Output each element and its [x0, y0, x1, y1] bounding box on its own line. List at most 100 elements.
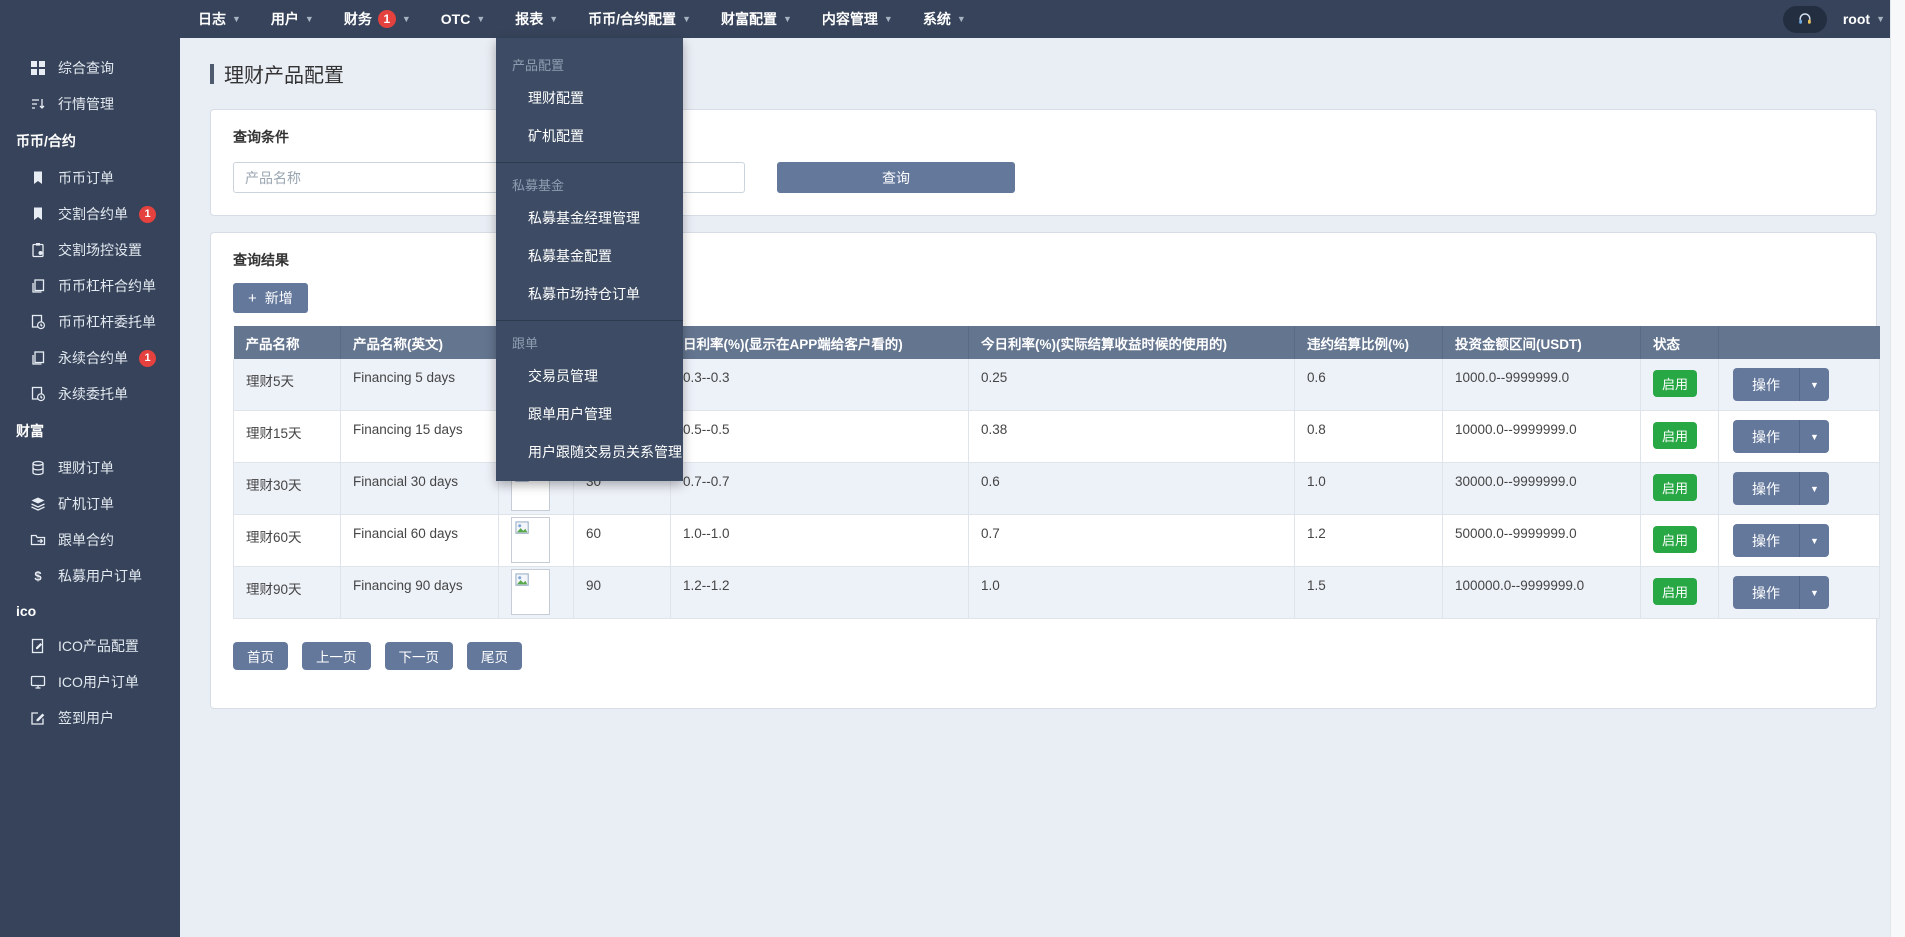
- sidebar-item[interactable]: ICO用户订单: [0, 664, 180, 700]
- add-button[interactable]: + 新增: [233, 283, 308, 313]
- pagination-button-上一页[interactable]: 上一页: [302, 642, 371, 670]
- action-button[interactable]: 操作: [1733, 524, 1799, 557]
- topbar: 日志 ▼ 用户 ▼ 财务 1 ▼ OTC ▼ 报表 ▼ 币币/合约配置 ▼ 财富…: [0, 0, 1905, 38]
- sidebar-item[interactable]: 理财订单: [0, 450, 180, 486]
- query-row: 查询: [233, 162, 1856, 193]
- cell-status: 启用: [1640, 462, 1719, 515]
- support-avatar-button[interactable]: [1782, 5, 1827, 33]
- sidebar-item[interactable]: 矿机订单: [0, 486, 180, 522]
- headset-icon: [1799, 13, 1811, 24]
- dropdown-menu-item-理财配置[interactable]: 理财配置: [496, 79, 683, 117]
- user-menu[interactable]: root ▼: [1843, 11, 1885, 27]
- cell-days: 90: [573, 566, 671, 619]
- sidebar-item-label: 行情管理: [58, 96, 114, 112]
- action-split-button: 操作 ▼: [1733, 368, 1829, 401]
- action-caret-button[interactable]: ▼: [1799, 576, 1829, 609]
- cell-product-name: 理财90天: [233, 566, 341, 619]
- nav-notification-badge: 1: [377, 10, 396, 28]
- sidebar-item[interactable]: 行情管理: [0, 86, 180, 122]
- topbar-nav-item-label: 系统: [922, 11, 951, 27]
- chevron-down-icon: ▼: [782, 14, 792, 24]
- cell-daily-rate: 1.0--1.0: [670, 514, 969, 567]
- dropdown-menu-item-私募市场持仓订单[interactable]: 私募市场持仓订单: [496, 275, 683, 313]
- cell-daily-rate: 1.2--1.2: [670, 566, 969, 619]
- cell-product-image: [498, 566, 574, 619]
- action-button[interactable]: 操作: [1733, 472, 1799, 505]
- cell-actions: 操作 ▼: [1718, 514, 1880, 567]
- dropdown-menu-item-私募基金经理管理[interactable]: 私募基金经理管理: [496, 199, 683, 237]
- sidebar-item-label: 永续委托单: [58, 386, 128, 402]
- topbar-nav-item-label: 报表: [515, 11, 544, 27]
- topbar-nav-item-日志[interactable]: 日志 ▼: [198, 9, 241, 29]
- pagination-button-首页[interactable]: 首页: [233, 642, 288, 670]
- topbar-nav-item-币币/合约配置[interactable]: 币币/合约配置 ▼: [588, 9, 691, 29]
- cell-product-name-en: Financial 60 days: [340, 514, 499, 567]
- sidebar-item[interactable]: 币币杠杆委托单: [0, 304, 180, 340]
- column-header: 产品名称: [233, 326, 341, 359]
- action-button[interactable]: 操作: [1733, 420, 1799, 453]
- chevron-down-icon: ▼: [401, 14, 411, 24]
- chevron-down-icon: ▼: [232, 14, 241, 24]
- pagination-button-下一页[interactable]: 下一页: [384, 642, 453, 670]
- topbar-nav-item-OTC[interactable]: OTC ▼: [441, 11, 485, 27]
- main-content: 理财产品配置 查询条件 查询 查询结果 + 新增 产品名称产品名称(英文) 日利率…: [180, 38, 1905, 937]
- dropdown-menu-item-私募基金配置[interactable]: 私募基金配置: [496, 237, 683, 275]
- pagination-button-尾页[interactable]: 尾页: [467, 642, 522, 670]
- sidebar-item[interactable]: 签到用户: [0, 700, 180, 736]
- dollar-icon: $: [30, 568, 47, 585]
- action-caret-button[interactable]: ▼: [1799, 420, 1829, 453]
- dropdown-menu-item-用户跟随交易员关系管理[interactable]: 用户跟随交易员关系管理: [496, 433, 683, 471]
- cell-today-rate: 0.6: [968, 462, 1295, 515]
- sidebar-item[interactable]: 跟单合约: [0, 522, 180, 558]
- sidebar-item-label: 矿机订单: [58, 496, 114, 512]
- database-icon: [30, 460, 47, 477]
- cell-today-rate: 1.0: [968, 566, 1295, 619]
- cell-penalty-ratio: 0.8: [1294, 410, 1443, 463]
- action-button[interactable]: 操作: [1733, 576, 1799, 609]
- sidebar-item[interactable]: 交割合约单 1: [0, 196, 180, 232]
- topbar-nav-item-财务[interactable]: 财务 1 ▼: [344, 9, 411, 29]
- cell-status: 启用: [1640, 566, 1719, 619]
- sidebar-item[interactable]: 永续合约单 1: [0, 340, 180, 376]
- scrollbar[interactable]: [1890, 0, 1905, 937]
- search-button[interactable]: 查询: [777, 162, 1015, 193]
- topbar-nav-item-用户[interactable]: 用户 ▼: [271, 9, 314, 29]
- sidebar-item[interactable]: 综合查询: [0, 50, 180, 86]
- sidebar-item[interactable]: 永续委托单: [0, 376, 180, 412]
- topbar-nav-item-系统[interactable]: 系统 ▼: [923, 9, 966, 29]
- dropdown-section-header: 跟单: [512, 336, 539, 351]
- sidebar-section-label: 财富: [16, 423, 44, 439]
- table-header-row: 产品名称 产品名称(英文) 日利率(%)(显示在APP端给客户看的) 今日利率(%)(…: [233, 326, 1880, 359]
- sidebar-item[interactable]: 币币杠杆合约单: [0, 268, 180, 304]
- sidebar: 综合查询 行情管理 币币/合约 币币订单 交割合约单 1 交割场控设置 币币杠杆…: [0, 0, 180, 937]
- dropdown-menu-item-跟单用户管理[interactable]: 跟单用户管理: [496, 395, 683, 433]
- sort-icon: [30, 96, 47, 113]
- dropdown-menu-item-矿机配置[interactable]: 矿机配置: [496, 117, 683, 155]
- cell-actions: 操作 ▼: [1718, 359, 1880, 411]
- sidebar-item[interactable]: ICO产品配置: [0, 628, 180, 664]
- topbar-nav-item-label: 财务: [343, 11, 372, 27]
- action-caret-button[interactable]: ▼: [1799, 524, 1829, 557]
- topbar-nav-item-内容管理[interactable]: 内容管理 ▼: [822, 9, 893, 29]
- topbar-nav-item-报表[interactable]: 报表 ▼: [515, 9, 558, 29]
- table-row: 理财60天 Financial 60 days 60 1.0--1.0 0.7 …: [233, 514, 1880, 567]
- cell-invest-range: 30000.0--9999999.0: [1442, 462, 1641, 515]
- sidebar-item-label: 永续合约单: [58, 350, 128, 366]
- cell-actions: 操作 ▼: [1718, 462, 1880, 515]
- action-caret-button[interactable]: ▼: [1799, 368, 1829, 401]
- action-split-button: 操作 ▼: [1733, 472, 1829, 505]
- sidebar-item[interactable]: 币币订单: [0, 160, 180, 196]
- status-badge: 启用: [1653, 526, 1698, 553]
- sidebar-item[interactable]: $ 私募用户订单: [0, 558, 180, 594]
- doc-clock-icon: [30, 314, 47, 331]
- topbar-nav-item-label: 日志: [198, 11, 226, 27]
- page-title: 理财产品配置: [210, 59, 1905, 88]
- topbar-nav-item-label: 币币/合约配置: [588, 11, 677, 27]
- action-caret-button[interactable]: ▼: [1799, 472, 1829, 505]
- column-header: [1718, 326, 1880, 359]
- column-header: 违约结算比例(%): [1294, 326, 1443, 359]
- sidebar-item[interactable]: 交割场控设置: [0, 232, 180, 268]
- dropdown-menu-item-交易员管理[interactable]: 交易员管理: [496, 357, 683, 395]
- action-button[interactable]: 操作: [1733, 368, 1799, 401]
- topbar-nav-item-财富配置[interactable]: 财富配置 ▼: [721, 9, 792, 29]
